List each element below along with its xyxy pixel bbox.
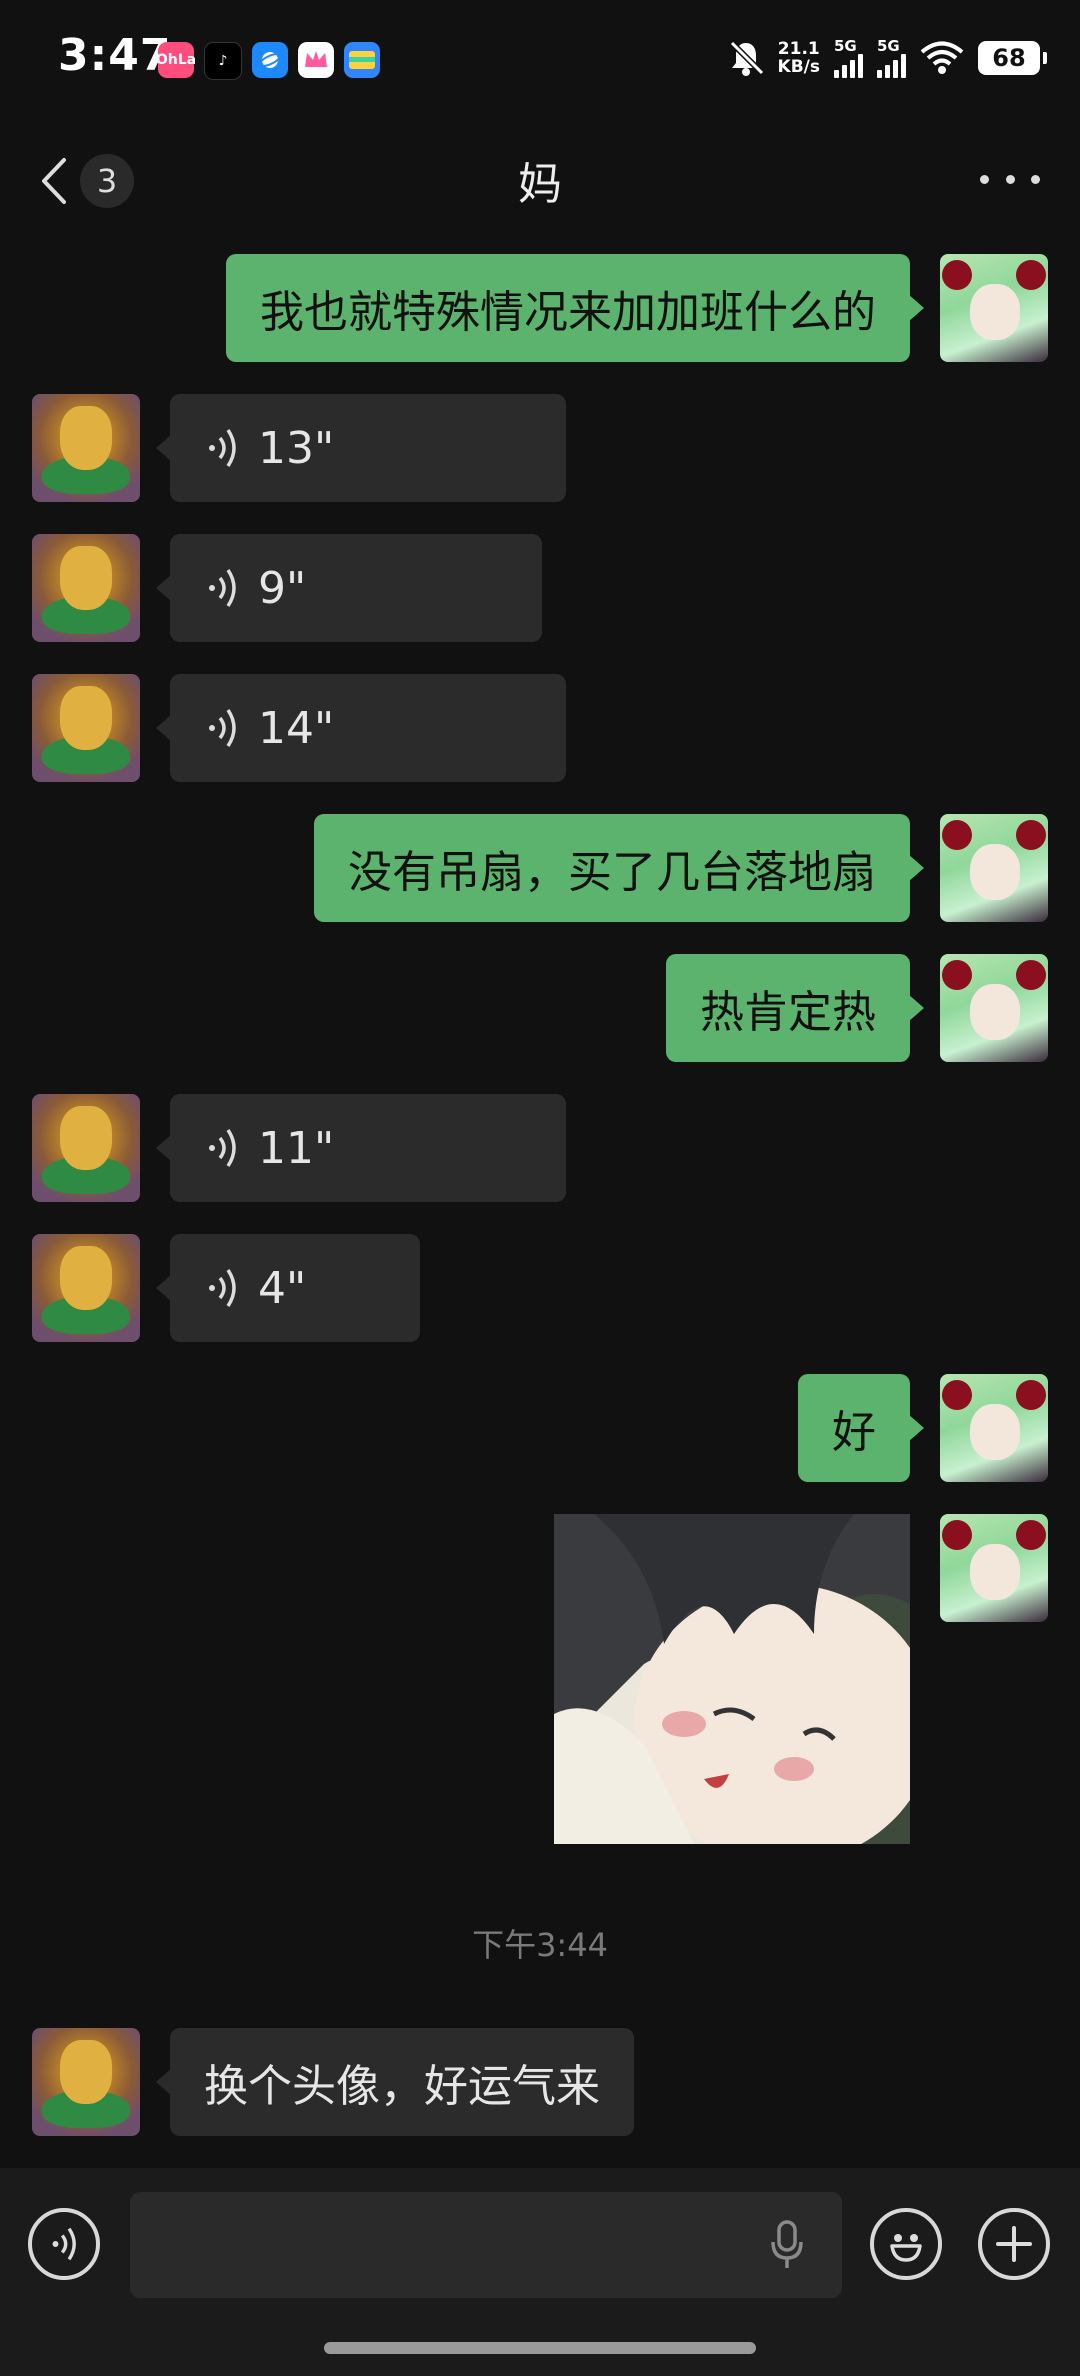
voice-duration: 11" [258, 1122, 335, 1174]
status-bar: 3:47 OhLa ♪ 21.1 KB/s 5G 5G 68 [0, 0, 1080, 120]
status-time: 3:47 [58, 30, 172, 81]
voice-message-bubble[interactable]: 14" [156, 674, 566, 782]
voice-wave-icon [209, 429, 236, 467]
crown-app-icon [298, 42, 334, 78]
more-dot-icon [1031, 174, 1040, 184]
outgoing-text-bubble[interactable]: 我也就特殊情况来加加班什么的 [226, 254, 924, 362]
sticker-image-message[interactable] [554, 1514, 910, 1844]
voice-message-bubble[interactable]: 13" [156, 394, 566, 502]
my-avatar[interactable] [940, 1514, 1048, 1622]
emoji-button[interactable] [870, 2208, 942, 2280]
network-speed: 21.1 KB/s [777, 39, 820, 77]
contact-avatar[interactable] [32, 394, 140, 502]
mute-bell-icon [729, 40, 764, 76]
voice-wave-icon [209, 569, 236, 607]
my-avatar[interactable] [940, 954, 1048, 1062]
outgoing-text-bubble[interactable]: 没有吊扇，买了几台落地扇 [314, 814, 924, 922]
voice-message-bubble[interactable]: 11" [156, 1094, 566, 1202]
sim1-signal-icon: 5G [834, 38, 863, 78]
chat-title: 妈 [518, 159, 562, 210]
voice-duration: 14" [258, 702, 335, 754]
incoming-text-bubble[interactable]: 换个头像，好运气来 [156, 2028, 634, 2136]
contact-avatar[interactable] [32, 1234, 140, 1342]
wallet-app-icon [344, 42, 380, 78]
voice-wave-icon [209, 1269, 236, 1307]
message-input[interactable] [130, 2192, 842, 2298]
my-avatar[interactable] [940, 1374, 1048, 1482]
anime-girl-sleeping-image [554, 1514, 910, 1844]
voice-duration: 9" [258, 562, 307, 614]
voice-message-bubble[interactable]: 9" [156, 534, 542, 642]
voice-wave-icon [209, 1129, 236, 1167]
microphone-icon[interactable] [770, 2220, 804, 2270]
battery-indicator: 68 [978, 41, 1047, 75]
plus-icon [996, 2226, 1032, 2262]
notification-app-icons: OhLa ♪ [156, 42, 380, 80]
more-dot-icon [1005, 174, 1015, 184]
contact-avatar[interactable] [32, 534, 140, 642]
more-dot-icon [980, 174, 989, 184]
more-options-button[interactable] [980, 164, 1040, 194]
sim2-signal-icon: 5G [877, 38, 906, 78]
voice-wave-icon [52, 2227, 76, 2261]
tiktok-app-icon: ♪ [204, 42, 242, 80]
home-indicator[interactable] [324, 2342, 756, 2354]
message-timestamp: 下午3:44 [472, 1926, 608, 1964]
browser-app-icon [252, 42, 288, 78]
voice-wave-icon [209, 709, 236, 747]
my-avatar[interactable] [940, 814, 1048, 922]
my-avatar[interactable] [940, 254, 1048, 362]
ohla-app-icon: OhLa [156, 42, 196, 78]
voice-message-bubble[interactable]: 4" [156, 1234, 420, 1342]
wifi-icon [920, 41, 964, 74]
outgoing-text-bubble[interactable]: 好 [798, 1374, 924, 1482]
contact-avatar[interactable] [32, 2028, 140, 2136]
voice-duration: 13" [258, 422, 335, 474]
smiley-face-icon [890, 2234, 922, 2262]
voice-duration: 4" [258, 1262, 307, 1314]
status-indicators: 21.1 KB/s 5G 5G 68 [728, 38, 1047, 78]
more-functions-button[interactable] [978, 2208, 1050, 2280]
voice-input-toggle-button[interactable] [28, 2208, 100, 2280]
contact-avatar[interactable] [32, 674, 140, 782]
contact-avatar[interactable] [32, 1094, 140, 1202]
chat-header: 3 妈 [0, 120, 1080, 240]
outgoing-text-bubble[interactable]: 热肯定热 [666, 954, 924, 1062]
